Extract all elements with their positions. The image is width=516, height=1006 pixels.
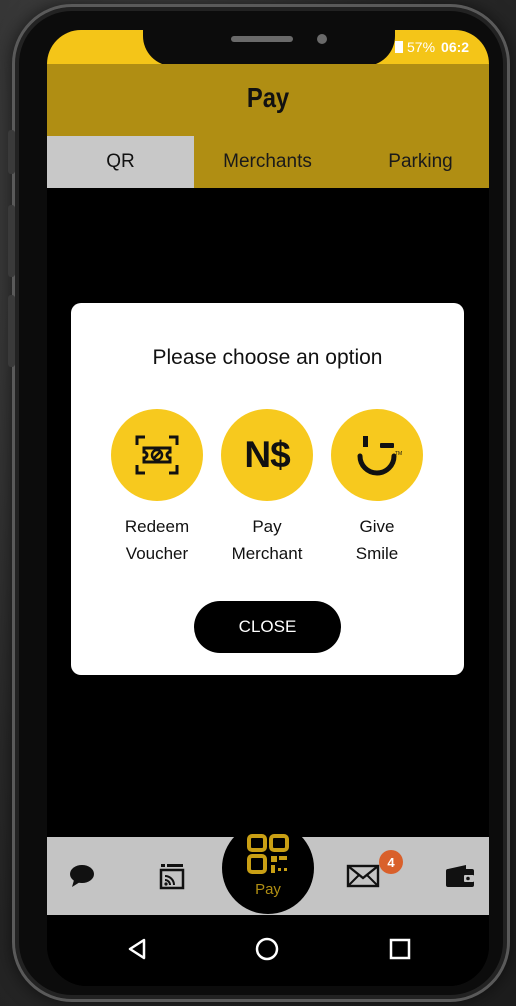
voucher-scan-icon[interactable] xyxy=(111,409,203,501)
give-smile-option[interactable]: TM Give Smile xyxy=(329,409,425,567)
phone-side-button xyxy=(8,205,15,277)
chat-icon[interactable] xyxy=(57,837,107,915)
page-title: Pay xyxy=(246,82,290,113)
unread-badge: 4 xyxy=(379,850,403,874)
dialog-title: Please choose an option xyxy=(152,346,383,369)
battery-level: 57% xyxy=(407,39,436,55)
speaker-grille xyxy=(231,36,293,42)
svg-text:TM: TM xyxy=(395,451,402,457)
recents-icon[interactable] xyxy=(380,929,420,969)
redeem-voucher-option[interactable]: Redeem Voucher xyxy=(109,409,205,567)
option-label: Give Smile xyxy=(355,517,399,563)
close-button[interactable]: CLOSE xyxy=(194,601,341,653)
home-icon[interactable] xyxy=(247,929,287,969)
camera-notch xyxy=(143,30,395,66)
pay-merchant-option[interactable]: N$ Pay Merchant xyxy=(219,409,315,567)
tab-qr[interactable]: QR xyxy=(47,136,194,188)
phone-side-button xyxy=(8,295,15,367)
qr-code-icon xyxy=(247,834,289,874)
phone-screen: 57% 06:2 Pay QR Merchants Parking Please … xyxy=(47,30,489,986)
back-icon[interactable] xyxy=(117,929,157,969)
option-list: Redeem Voucher N$ Pay Merchant TM Give S… xyxy=(111,409,427,569)
front-camera xyxy=(317,34,327,44)
currency-symbol: N$ xyxy=(244,434,290,475)
option-label: Redeem Voucher xyxy=(124,517,190,563)
system-nav-bar xyxy=(47,915,489,986)
cast-icon[interactable] xyxy=(147,837,197,915)
status-time: 06:2 xyxy=(441,39,470,55)
mail-icon[interactable] xyxy=(335,837,391,915)
tab-parking[interactable]: Parking xyxy=(341,136,488,188)
pay-nav-label: Pay xyxy=(255,881,281,898)
status-indicators: 57% 06:2 xyxy=(395,39,489,57)
wallet-icon[interactable] xyxy=(435,837,485,915)
battery-icon xyxy=(395,41,403,53)
tab-bar: QR Merchants Parking xyxy=(47,136,489,188)
option-dialog: Please choose an option Redeem Voucher N… xyxy=(71,303,464,675)
ns-currency-icon[interactable]: N$ xyxy=(221,409,313,501)
pay-nav-button[interactable]: Pay xyxy=(222,822,314,914)
option-label: Pay Merchant xyxy=(231,517,303,563)
smile-wink-icon[interactable]: TM xyxy=(331,409,423,501)
phone-side-button xyxy=(8,130,15,174)
tab-merchants[interactable]: Merchants xyxy=(194,136,341,188)
app-bar: Pay xyxy=(47,64,489,136)
